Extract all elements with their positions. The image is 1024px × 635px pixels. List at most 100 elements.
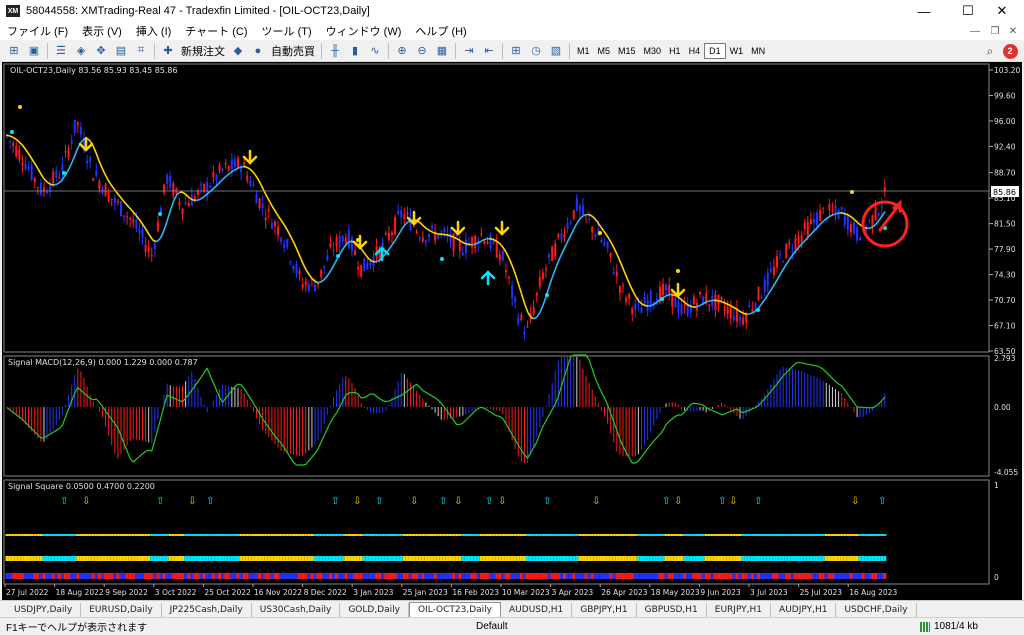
timeframe-m15[interactable]: M15 (614, 43, 640, 59)
square-row-1-cell (689, 534, 693, 536)
tab-eurusd[interactable]: EURUSD,Daily (81, 603, 162, 617)
tab-oil[interactable]: OIL-OCT23,Daily (408, 602, 502, 617)
chart-shift-icon[interactable]: ⇤ (479, 42, 499, 60)
tab-eurjpy[interactable]: EURJPY,H1 (707, 603, 772, 617)
tab-us30[interactable]: US30Cash,Daily (252, 603, 341, 617)
periods-icon[interactable]: ◷ (526, 42, 546, 60)
candle-body (230, 159, 233, 170)
timeframe-h4[interactable]: H4 (685, 43, 705, 59)
tab-usdjpy[interactable]: USDJPY,Daily (6, 603, 82, 617)
square-row-2-cell (507, 556, 511, 561)
timeframe-m1[interactable]: M1 (573, 43, 594, 59)
square-row-3-cell (405, 573, 409, 579)
tab-audjpy[interactable]: AUDJPY,H1 (771, 603, 837, 617)
square-row-3-cell (747, 573, 751, 579)
templates-icon[interactable]: ▧ (546, 42, 566, 60)
candlestick-icon[interactable]: ▮ (345, 42, 365, 60)
chart-window[interactable]: ⇩ ⇩ ⇩ ⇩ ⇩ ⇩ ⇩ ⇩ ⇩ ⇩ ⇧ ⇧ ⇧ ⇧ ⇧ ⇧ ⇧ ⇧ ⇧ ⇧ ⇧ ⇧ 103.20 99.60 96.00 9… (2, 62, 1022, 600)
date-tick-label: 16 Feb 2023 (452, 588, 499, 597)
square-row-3-cell (36, 573, 40, 579)
square-row-3-cell (519, 573, 523, 579)
square-row-1-cell (122, 534, 126, 536)
square-row-2-cell (335, 556, 339, 561)
bar-chart-icon[interactable]: ╫ (325, 42, 345, 60)
menu-help[interactable]: ヘルプ (H) (408, 23, 473, 39)
square-row-2-cell (14, 556, 18, 561)
tab-usdchf[interactable]: USDCHF,Daily (836, 603, 917, 617)
timeframe-w1[interactable]: W1 (726, 43, 748, 59)
menu-file[interactable]: ファイル (F) (0, 23, 75, 39)
square-row-3-cell (421, 573, 425, 579)
menu-window[interactable]: ウィンドウ (W) (319, 23, 409, 39)
square-row-1-cell (42, 534, 46, 536)
square-row-3-cell (128, 573, 132, 579)
chart-canvas[interactable]: ⇩ ⇩ ⇩ ⇩ ⇩ ⇩ ⇩ ⇩ ⇩ ⇩⇧ ⇧ ⇧ ⇧ ⇧ ⇧ ⇧ ⇧ ⇧ ⇧ ⇧ ⇧ 103.2099.6096.009… (2, 62, 1022, 600)
square-row-1-cell (396, 534, 400, 536)
timeframe-d1[interactable]: D1 (704, 42, 726, 59)
menu-tools[interactable]: ツール (T) (255, 23, 319, 39)
timeframe-mn[interactable]: MN (747, 43, 769, 59)
tab-gold[interactable]: GOLD,Daily (340, 603, 409, 617)
tile-windows-icon[interactable]: ▦ (432, 42, 452, 60)
timeframe-m30[interactable]: M30 (640, 43, 666, 59)
square-row-3-cell (541, 573, 545, 579)
square-row-1-cell (227, 534, 231, 536)
notification-badge[interactable]: 2 (1002, 43, 1018, 59)
square-row-3-cell (288, 573, 292, 579)
auto-trading-icon[interactable]: ● (248, 42, 268, 60)
minimize-button[interactable]: — (902, 0, 946, 22)
mdi-minimize-icon[interactable]: — (966, 22, 984, 40)
auto-scroll-icon[interactable]: ⇥ (459, 42, 479, 60)
zoom-out-icon[interactable]: ⊖ (412, 42, 432, 60)
candle-body (526, 326, 529, 328)
price-tick-label: 92.40 (994, 142, 1016, 151)
square-tick-label: 0 (994, 573, 999, 582)
mdi-close-icon[interactable]: ✕ (1004, 22, 1022, 40)
market-watch-icon[interactable]: ☰ (51, 42, 71, 60)
square-row-3-cell (680, 573, 684, 579)
search-icon[interactable]: ⌕ (982, 42, 998, 60)
menu-charts[interactable]: チャート (C) (178, 23, 254, 39)
zoom-in-icon[interactable]: ⊕ (392, 42, 412, 60)
square-row-2-cell (633, 556, 637, 561)
timeframe-m5[interactable]: M5 (594, 43, 615, 59)
square-row-2-cell (245, 556, 249, 561)
square-row-2-cell (498, 556, 502, 561)
toolbar-divider (502, 42, 503, 59)
tab-audusd[interactable]: AUDUSD,H1 (501, 603, 573, 617)
line-chart-icon[interactable]: ∿ (365, 42, 385, 60)
tester-icon[interactable]: ⌗ (131, 42, 151, 60)
toolbar-divider (47, 42, 48, 59)
mdi-restore-icon[interactable]: ❐ (986, 22, 1004, 40)
square-row-1-cell (316, 534, 320, 536)
menu-view[interactable]: 表示 (V) (75, 23, 129, 39)
square-row-1-cell (436, 534, 440, 536)
indicators-icon[interactable]: ⊞ (506, 42, 526, 60)
profiles-icon[interactable]: ▣ (24, 42, 44, 60)
new-order-icon[interactable]: ✚ (158, 42, 178, 60)
close-button[interactable]: ✕ (980, 0, 1024, 22)
terminal-icon[interactable]: ▤ (111, 42, 131, 60)
square-axis: 10 (994, 481, 999, 582)
timeframe-h1[interactable]: H1 (665, 43, 685, 59)
square-row-1-cell (439, 534, 443, 536)
tab-jp225[interactable]: JP225Cash,Daily (162, 603, 252, 617)
new-chart-icon[interactable]: ⊞ (4, 42, 24, 60)
square-row-1-cell (590, 534, 594, 536)
candle-body (474, 235, 477, 249)
tab-gbpjpy[interactable]: GBPJPY,H1 (572, 603, 637, 617)
price-tick-label: 88.70 (994, 169, 1016, 178)
square-row-2-cell (365, 556, 369, 561)
candle-body (363, 258, 366, 271)
tab-gbpusd[interactable]: GBPUSD,H1 (637, 603, 707, 617)
data-window-icon[interactable]: ◈ (71, 42, 91, 60)
new-order-button[interactable]: 新規注文 (178, 42, 228, 60)
square-row-2-cell (704, 556, 708, 561)
menu-insert[interactable]: 挿入 (I) (129, 23, 178, 39)
candle-body (110, 198, 113, 200)
navigator-icon[interactable]: ✥ (91, 42, 111, 60)
auto-trading-button[interactable]: 自動売買 (268, 42, 318, 60)
square-row-1-cell (757, 534, 761, 536)
metaeditor-icon[interactable]: ◆ (228, 42, 248, 60)
square-row-2-cell (723, 556, 727, 561)
